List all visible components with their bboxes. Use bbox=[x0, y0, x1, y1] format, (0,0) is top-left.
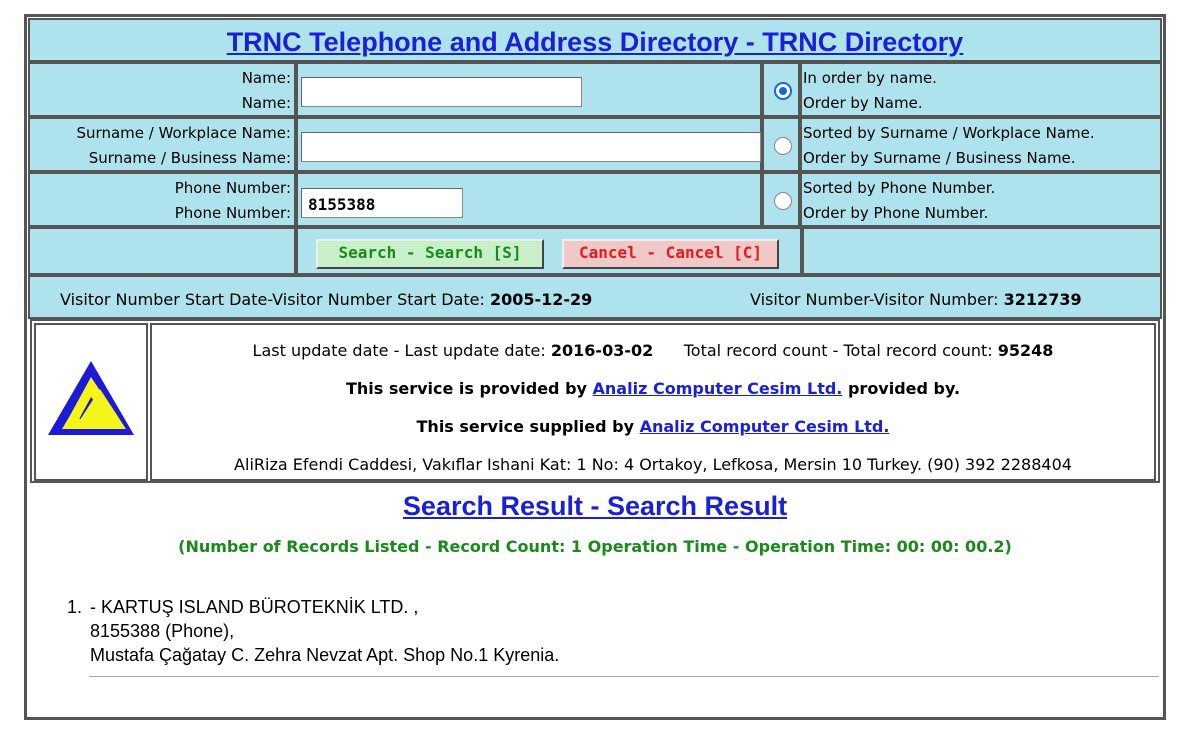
name-label-1: Name: bbox=[241, 69, 291, 87]
results-title: Search Result - Search Result bbox=[27, 491, 1163, 522]
results-section: Search Result - Search Result (Number of… bbox=[27, 485, 1163, 717]
result-address: Mustafa Çağatay C. Zehra Nevzat Apt. Sho… bbox=[90, 645, 560, 665]
order-surname-label-1: Sorted by Surname / Workplace Name. bbox=[803, 124, 1095, 142]
visitor-row: Visitor Number Start Date-Visitor Number… bbox=[28, 275, 1162, 319]
result-number: 1. bbox=[67, 597, 83, 617]
order-phone-label-cell: Sorted by Phone Number. Order by Phone N… bbox=[800, 172, 1162, 227]
info-body: Last update date - Last update date: 201… bbox=[150, 323, 1156, 481]
provided-prefix: This service is provided by bbox=[345, 379, 587, 398]
update-label: Last update date - Last update date: bbox=[252, 341, 546, 360]
provided-suffix: provided by. bbox=[847, 379, 961, 398]
result-divider bbox=[89, 676, 1159, 677]
button-row-left-cell bbox=[28, 227, 296, 275]
name-label-cell: Name: Name: bbox=[28, 62, 296, 117]
supplied-company-link[interactable]: Analiz Computer Cesim Ltd. bbox=[640, 417, 890, 436]
results-title-link[interactable]: Search Result - Search Result bbox=[403, 491, 787, 521]
phone-input-cell: 8155388 bbox=[296, 172, 762, 227]
visitor-start: Visitor Number Start Date-Visitor Number… bbox=[60, 290, 593, 309]
order-surname-label-2: Order by Surname / Business Name. bbox=[803, 149, 1076, 167]
order-phone-radio-cell bbox=[762, 172, 800, 227]
order-name-label-cell: In order by name. Order by Name. bbox=[800, 62, 1162, 117]
supplied-prefix: This service supplied by bbox=[416, 417, 635, 436]
update-row: Last update date - Last update date: 201… bbox=[152, 341, 1154, 360]
company-logo bbox=[48, 361, 134, 435]
cancel-button[interactable]: Cancel - Cancel [C] bbox=[562, 239, 779, 269]
order-phone-label-1: Sorted by Phone Number. bbox=[803, 179, 996, 197]
visitor-count-value: 3212739 bbox=[1003, 290, 1082, 309]
total-value: 95248 bbox=[997, 341, 1054, 360]
update-value: 2016-03-02 bbox=[550, 341, 654, 360]
order-phone-label-2: Order by Phone Number. bbox=[803, 204, 989, 222]
order-by-phone-radio[interactable] bbox=[774, 192, 792, 210]
name-input-cell bbox=[296, 62, 762, 117]
surname-label-cell: Surname / Workplace Name: Surname / Busi… bbox=[28, 117, 296, 172]
supplied-row: This service supplied by Analiz Computer… bbox=[152, 417, 1154, 436]
total-label: Total record count - Total record count: bbox=[683, 341, 993, 360]
phone-label-1: Phone Number: bbox=[174, 179, 291, 197]
search-button[interactable]: Search - Search [S] bbox=[316, 239, 544, 269]
button-row-right-cell bbox=[802, 227, 1162, 275]
order-name-label-1: In order by name. bbox=[803, 69, 937, 87]
directory-frame: TRNC Telephone and Address Directory - T… bbox=[24, 14, 1166, 720]
result-company: - KARTUŞ ISLAND BÜROTEKNİK LTD. , bbox=[90, 597, 419, 617]
surname-label-2: Surname / Business Name: bbox=[88, 149, 291, 167]
phone-label-cell: Phone Number: Phone Number: bbox=[28, 172, 296, 227]
page-title-link[interactable]: TRNC Telephone and Address Directory - T… bbox=[227, 27, 964, 57]
address-row: AliRiza Efendi Caddesi, Vakıflar Ishani … bbox=[234, 455, 1072, 474]
surname-input-cell bbox=[296, 117, 762, 172]
order-surname-label-cell: Sorted by Surname / Workplace Name. Orde… bbox=[800, 117, 1162, 172]
name-input[interactable] bbox=[301, 77, 582, 107]
button-row-cell: Search - Search [S] Cancel - Cancel [C] bbox=[296, 227, 802, 275]
info-section: Last update date - Last update date: 201… bbox=[30, 319, 1160, 483]
surname-label-1: Surname / Workplace Name: bbox=[76, 124, 291, 142]
surname-input[interactable] bbox=[301, 132, 761, 162]
provided-row: This service is provided by Analiz Compu… bbox=[152, 379, 1154, 398]
order-name-radio-cell bbox=[762, 62, 800, 117]
phone-label-2: Phone Number: bbox=[174, 204, 291, 222]
visitor-count: Visitor Number-Visitor Number: 3212739 bbox=[750, 290, 1082, 309]
order-by-surname-radio[interactable] bbox=[774, 137, 792, 155]
name-label-2: Name: bbox=[241, 94, 291, 112]
provided-company-link[interactable]: Analiz Computer Cesim Ltd. bbox=[593, 379, 843, 398]
phone-input[interactable]: 8155388 bbox=[301, 188, 463, 218]
order-surname-radio-cell bbox=[762, 117, 800, 172]
results-count: (Number of Records Listed - Record Count… bbox=[178, 537, 1012, 556]
visitor-start-value: 2005-12-29 bbox=[489, 290, 593, 309]
result-phone: 8155388 (Phone), bbox=[90, 621, 235, 641]
title-cell: TRNC Telephone and Address Directory - T… bbox=[28, 18, 1162, 62]
logo-cell bbox=[34, 323, 148, 481]
order-name-label-2: Order by Name. bbox=[803, 94, 923, 112]
order-by-name-radio[interactable] bbox=[774, 82, 792, 100]
